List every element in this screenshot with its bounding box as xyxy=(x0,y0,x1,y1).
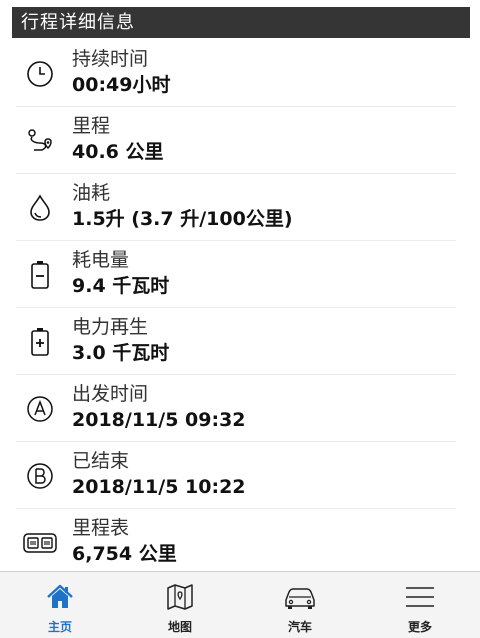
list-item-value: 40.6 公里 xyxy=(72,141,164,163)
clock-icon xyxy=(22,56,58,92)
list-item-value: 00:49小时 xyxy=(72,74,171,96)
list-item-value: 9.4 千瓦时 xyxy=(72,275,170,297)
list-item-duration: 持续时间 00:49小时 xyxy=(16,40,456,107)
list-item-label: 已结束 xyxy=(72,450,130,472)
tab-more[interactable]: 更多 xyxy=(360,572,480,638)
list-item-fuel: 油耗 1.5升 (3.7 升/100公里) xyxy=(16,174,456,241)
car-icon xyxy=(282,582,318,612)
list-item-odometer: 里程表 6,754 公里 xyxy=(16,509,456,575)
tab-label: 主页 xyxy=(47,620,72,634)
list-item-value: 6,754 公里 xyxy=(72,543,177,565)
tab-label: 地图 xyxy=(167,620,192,634)
circle-b-icon xyxy=(22,458,58,494)
list-item-value: 1.5升 (3.7 升/100公里) xyxy=(72,208,293,230)
list-item-label: 里程 xyxy=(72,115,111,137)
tab-label: 更多 xyxy=(407,620,432,634)
list-item-label: 耗电量 xyxy=(72,249,130,271)
list-item-label: 电力再生 xyxy=(72,316,149,338)
circle-a-icon xyxy=(22,391,58,427)
map-icon xyxy=(162,582,198,612)
page-title-bar: 行程详细信息 xyxy=(12,7,470,38)
menu-icon xyxy=(402,582,438,612)
list-item-value: 3.0 千瓦时 xyxy=(72,342,170,364)
route-icon xyxy=(22,123,58,159)
list-item-label: 里程表 xyxy=(72,517,130,539)
list-item-end-time: 已结束 2018/11/5 10:22 xyxy=(16,442,456,509)
home-icon xyxy=(42,582,78,612)
list-item-label: 出发时间 xyxy=(72,383,149,405)
list-item-start-time: 出发时间 2018/11/5 09:32 xyxy=(16,375,456,442)
tab-map[interactable]: 地图 xyxy=(120,572,240,638)
list-item-label: 持续时间 xyxy=(72,48,149,70)
bottom-tab-bar: 主页 地图 汽车 更多 xyxy=(0,571,480,638)
list-item-energy-consumption: 耗电量 9.4 千瓦时 xyxy=(16,241,456,308)
list-item-value: 2018/11/5 10:22 xyxy=(72,476,246,498)
tab-car[interactable]: 汽车 xyxy=(240,572,360,638)
list-item-distance: 里程 40.6 公里 xyxy=(16,107,456,174)
page-title: 行程详细信息 xyxy=(21,12,135,33)
tab-label: 汽车 xyxy=(287,620,312,634)
list-item-regeneration: 电力再生 3.0 千瓦时 xyxy=(16,308,456,375)
tab-home[interactable]: 主页 xyxy=(0,572,120,638)
battery-minus-icon xyxy=(22,257,58,293)
fuel-drop-icon xyxy=(22,190,58,226)
list-item-label: 油耗 xyxy=(72,182,111,204)
trip-detail-list: 持续时间 00:49小时 里程 40.6 公里 油耗 1.5升 (3.7 升/1… xyxy=(0,40,480,575)
battery-plus-icon xyxy=(22,324,58,360)
list-item-value: 2018/11/5 09:32 xyxy=(72,409,246,431)
odometer-icon xyxy=(22,525,58,561)
